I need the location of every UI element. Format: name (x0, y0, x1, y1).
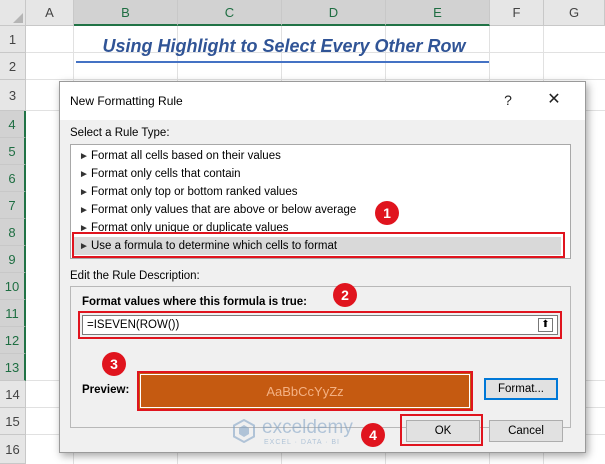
help-button[interactable]: ? (498, 90, 518, 110)
watermark-name: exceldemy (262, 417, 353, 438)
rule-type-label: Format all cells based on their values (91, 150, 281, 162)
row-header-2[interactable]: 2 (0, 53, 26, 80)
column-header-c[interactable]: C (178, 0, 282, 26)
exceldemy-logo-icon (233, 419, 255, 443)
new-formatting-rule-dialog: New Formatting Rule ? ✕ Select a Rule Ty… (59, 81, 586, 453)
rule-type-item[interactable]: ► Format only top or bottom ranked values (79, 183, 297, 201)
formula-highlight (78, 311, 562, 339)
step-badge-2: 2 (333, 283, 357, 307)
column-header-f[interactable]: F (490, 0, 544, 26)
select-rule-type-label: Select a Rule Type: (70, 127, 170, 139)
row-header-11[interactable]: 11 (0, 300, 26, 327)
column-header-e[interactable]: E (386, 0, 490, 26)
dialog-titlebar[interactable]: New Formatting Rule ? ✕ (60, 82, 585, 120)
format-button[interactable]: Format... (484, 378, 558, 400)
row-header-14[interactable]: 14 (0, 381, 26, 408)
dialog-title: New Formatting Rule (70, 94, 183, 108)
ok-button-highlight (400, 414, 483, 446)
preview-sample-text: AaBbCcYyZz (266, 383, 344, 399)
selected-rule-highlight (72, 232, 565, 258)
arrow-icon: ► (79, 205, 89, 216)
arrow-icon: ► (79, 187, 89, 198)
preview-label: Preview: (82, 384, 130, 396)
row-header-1[interactable]: 1 (0, 26, 26, 53)
column-header-b[interactable]: B (74, 0, 178, 26)
row-header-5[interactable]: 5 (0, 138, 26, 165)
row-header-8[interactable]: 8 (0, 219, 26, 246)
select-all-corner[interactable] (0, 0, 26, 26)
step-badge-3: 3 (102, 352, 126, 376)
row-header-13[interactable]: 13 (0, 354, 26, 381)
rule-type-label: Format only top or bottom ranked values (91, 186, 298, 198)
rule-type-item[interactable]: ► Format only cells that contain (79, 165, 241, 183)
column-header-g[interactable]: G (544, 0, 605, 26)
row-header-16[interactable]: 16 (0, 435, 26, 464)
row-header-7[interactable]: 7 (0, 192, 26, 219)
cancel-button[interactable]: Cancel (489, 420, 563, 442)
formula-label: Format values where this formula is true… (82, 296, 307, 308)
row-header-3[interactable]: 3 (0, 80, 26, 111)
row-header-10[interactable]: 10 (0, 273, 26, 300)
step-badge-4: 4 (361, 423, 385, 447)
rule-type-item[interactable]: ► Format all cells based on their values (79, 147, 281, 165)
column-header-d[interactable]: D (282, 0, 386, 26)
close-button[interactable]: ✕ (544, 90, 564, 110)
rule-type-item[interactable]: ► Format only values that are above or be… (79, 201, 356, 219)
watermark-tagline: EXCEL · DATA · BI (264, 439, 340, 446)
column-header-a[interactable]: A (26, 0, 74, 26)
title-underline (76, 61, 489, 63)
row-header-4[interactable]: 4 (0, 111, 26, 138)
arrow-icon: ► (79, 151, 89, 162)
rule-type-label: Format only cells that contain (91, 168, 241, 180)
rule-type-label: Format only values that are above or bel… (91, 204, 357, 216)
row-header-9[interactable]: 9 (0, 246, 26, 273)
row-header-12[interactable]: 12 (0, 327, 26, 354)
step-badge-1: 1 (375, 201, 399, 225)
row-header-15[interactable]: 15 (0, 408, 26, 435)
format-preview: AaBbCcYyZz (137, 371, 473, 411)
sheet-title: Using Highlight to Select Every Other Ro… (102, 36, 466, 56)
gridline (26, 79, 605, 80)
arrow-icon: ► (79, 169, 89, 180)
edit-rule-description-label: Edit the Rule Description: (70, 270, 200, 282)
row-header-6[interactable]: 6 (0, 165, 26, 192)
